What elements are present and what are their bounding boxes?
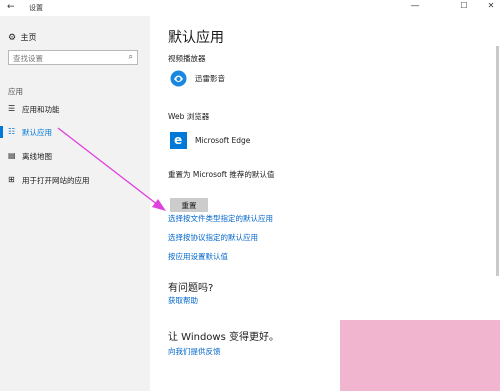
edge-icon: e bbox=[174, 133, 183, 147]
set-defaults-by-app-link[interactable]: 按应用设置默认值 bbox=[168, 251, 228, 262]
active-indicator bbox=[0, 126, 3, 138]
sidebar-item-label: 离线地图 bbox=[22, 152, 52, 161]
choose-by-file-type-link[interactable]: 选择按文件类型指定的默认应用 bbox=[168, 213, 273, 224]
question-heading: 有问题吗? bbox=[168, 283, 214, 294]
watermark bbox=[340, 320, 500, 391]
sidebar-item-web-apps[interactable]: ⊞ 用于打开网站的应用 bbox=[0, 173, 150, 187]
close-button[interactable]: ✕ bbox=[484, 1, 498, 10]
default-apps-icon: ☷ bbox=[8, 127, 16, 136]
video-player-label: 视频播放器 bbox=[168, 54, 206, 63]
gear-icon: ⚙ bbox=[8, 33, 17, 43]
home-link[interactable]: ⚙ 主页 bbox=[8, 32, 37, 43]
minimize-button[interactable]: — bbox=[408, 1, 422, 11]
choose-by-protocol-link[interactable]: 选择按协议指定的默认应用 bbox=[168, 232, 258, 243]
reset-label: 重置为 Microsoft 推荐的默认值 bbox=[168, 170, 275, 179]
map-icon: ▤ bbox=[8, 151, 16, 160]
scrollbar[interactable] bbox=[496, 46, 499, 276]
search-placeholder: 查找设置 bbox=[13, 54, 43, 63]
search-icon: ⌕ bbox=[128, 52, 133, 61]
thunder-player-icon bbox=[170, 70, 187, 87]
title-bar: ← 设置 — ☐ ✕ bbox=[0, 0, 500, 16]
sidebar-item-label: 应用和功能 bbox=[22, 105, 60, 114]
home-label: 主页 bbox=[20, 33, 37, 42]
back-arrow-icon[interactable]: ← bbox=[7, 2, 15, 12]
window-title: 设置 bbox=[29, 4, 43, 12]
edge-app-tile[interactable]: e bbox=[170, 132, 187, 149]
get-help-link[interactable]: 获取帮助 bbox=[168, 295, 198, 306]
sidebar-item-apps-features[interactable]: ☰ 应用和功能 bbox=[0, 102, 150, 116]
web-browser-label: Web 浏览器 bbox=[168, 112, 210, 121]
sidebar-item-label: 默认应用 bbox=[22, 128, 52, 137]
maximize-button[interactable]: ☐ bbox=[457, 1, 471, 10]
web-app-name[interactable]: Microsoft Edge bbox=[195, 136, 250, 145]
list-icon: ☰ bbox=[8, 104, 16, 113]
feedback-link[interactable]: 向我们提供反馈 bbox=[168, 346, 221, 357]
search-input[interactable]: 查找设置 ⌕ bbox=[8, 50, 138, 65]
section-label: 应用 bbox=[8, 87, 23, 96]
video-app-name[interactable]: 迅雷影音 bbox=[195, 73, 225, 84]
sidebar-item-offline-maps[interactable]: ▤ 离线地图 bbox=[0, 149, 150, 163]
web-apps-icon: ⊞ bbox=[8, 175, 15, 184]
page-title: 默认应用 bbox=[168, 30, 224, 46]
video-app-tile[interactable] bbox=[170, 70, 187, 87]
sidebar-item-label: 用于打开网站的应用 bbox=[22, 176, 90, 185]
improve-heading: 让 Windows 变得更好。 bbox=[168, 332, 279, 343]
reset-button[interactable]: 重置 bbox=[170, 198, 208, 212]
sidebar-item-default-apps[interactable]: ☷ 默认应用 bbox=[0, 125, 150, 139]
sidebar: ⚙ 主页 查找设置 ⌕ 应用 ☰ 应用和功能 ☷ 默认应用 ▤ 离线地图 ⊞ 用… bbox=[0, 16, 150, 391]
